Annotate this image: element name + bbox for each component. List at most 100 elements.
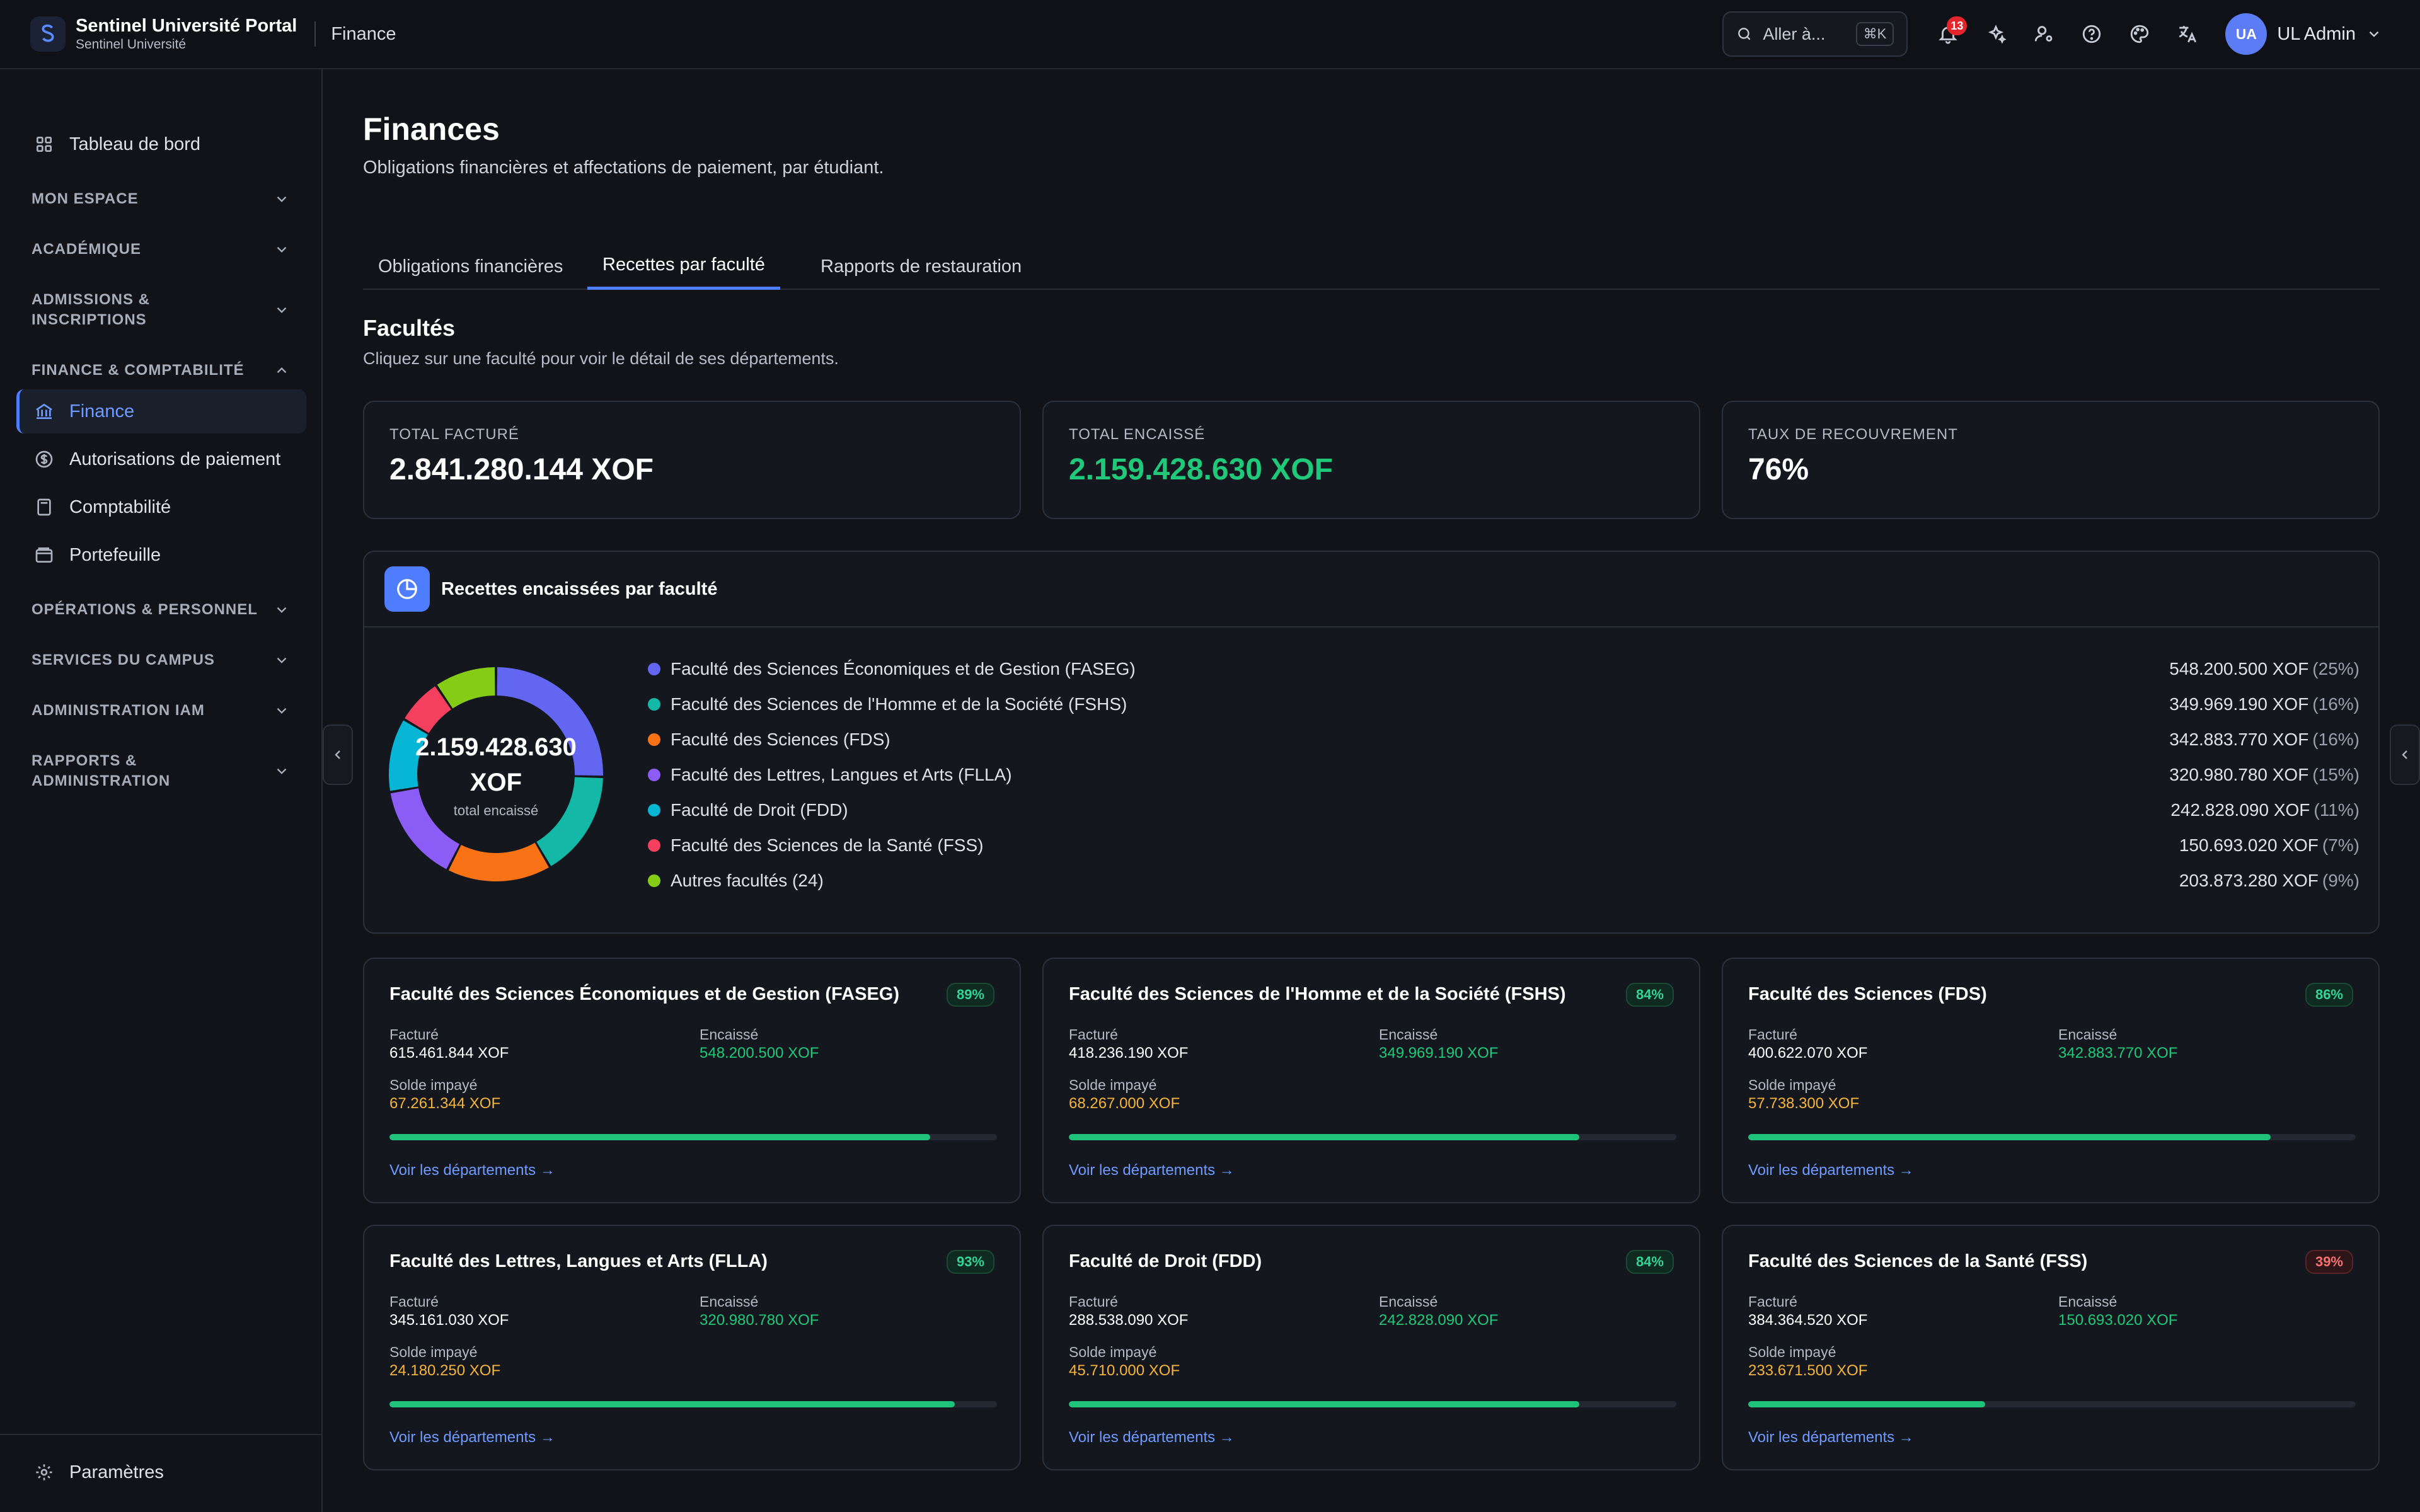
unpaid-label: Solde impayé bbox=[389, 1344, 478, 1360]
sidebar-group-label: ACADÉMIQUE bbox=[32, 241, 142, 258]
page-title: Finances bbox=[363, 112, 500, 147]
faculty-card[interactable]: Faculté des Sciences de la Santé (FSS) 39… bbox=[1722, 1225, 2380, 1470]
legend-item[interactable]: Faculté des Sciences de l'Homme et de la… bbox=[648, 687, 2360, 722]
faculty-card[interactable]: Faculté de Droit (FDD) 84% Facturé 288.538.… bbox=[1042, 1225, 1700, 1470]
notifications-button[interactable]: 13 bbox=[1924, 10, 1972, 58]
billed-value: 615.461.844 XOF bbox=[389, 1045, 509, 1062]
sidebar-group-rapports[interactable]: RAPPORTS & ADMINISTRATION bbox=[32, 751, 290, 791]
notification-badge: 13 bbox=[1947, 16, 1968, 35]
theme-button[interactable] bbox=[2116, 10, 2164, 58]
avatar[interactable]: UA bbox=[2225, 13, 2267, 55]
sidebar-item-portefeuille[interactable]: Portefeuille bbox=[16, 533, 306, 577]
view-departments-link[interactable]: Voir les départements → bbox=[1069, 1162, 1235, 1179]
legend-item[interactable]: Faculté des Lettres, Langues et Arts (FL… bbox=[648, 757, 2360, 793]
expand-right-panel-button[interactable] bbox=[2390, 724, 2420, 785]
faculty-card[interactable]: Faculté des Lettres, Langues et Arts (FL… bbox=[363, 1225, 1021, 1470]
legend-swatch bbox=[648, 769, 660, 781]
dashboard-grid-icon bbox=[36, 137, 52, 152]
sidebar-group-label: ADMINISTRATION IAM bbox=[32, 702, 205, 719]
ai-assistant-button[interactable] bbox=[1972, 10, 2020, 58]
recovery-progress-bar bbox=[389, 1401, 997, 1407]
user-settings-button[interactable] bbox=[2020, 10, 2068, 58]
view-departments-link[interactable]: Voir les départements → bbox=[389, 1429, 555, 1446]
sidebar-group-label-line1: RAPPORTS & bbox=[32, 752, 137, 769]
collected-label: Encaissé bbox=[1379, 1293, 1438, 1310]
unpaid-label: Solde impayé bbox=[389, 1077, 478, 1093]
sidebar-group-academique[interactable]: ACADÉMIQUE bbox=[32, 239, 290, 260]
legend-swatch bbox=[648, 733, 660, 746]
unpaid-value: 57.738.300 XOF bbox=[1748, 1095, 1860, 1112]
billed-label: Facturé bbox=[389, 1293, 439, 1310]
sidebar-group-label-line1: ADMISSIONS & bbox=[32, 291, 151, 308]
billed-label: Facturé bbox=[389, 1026, 439, 1043]
legend-label: Faculté des Sciences Économiques et de G… bbox=[671, 659, 1136, 679]
sidebar-item-settings[interactable]: Paramètres bbox=[16, 1450, 306, 1494]
help-icon bbox=[2083, 25, 2101, 43]
view-departments-link[interactable]: Voir les départements → bbox=[1748, 1162, 1914, 1179]
chevron-down-icon[interactable] bbox=[2366, 26, 2382, 42]
collected-label: Encaissé bbox=[2058, 1293, 2118, 1310]
sidebar-group-admissions[interactable]: ADMISSIONS & INSCRIPTIONS bbox=[32, 290, 290, 330]
sidebar-item-autorisations[interactable]: Autorisations de paiement bbox=[16, 437, 306, 481]
sidebar-group-label-line2: INSCRIPTIONS bbox=[32, 311, 147, 328]
billed-block: Facturé 288.538.090 XOF bbox=[1069, 1293, 1188, 1331]
sidebar-item-label: Tableau de bord bbox=[69, 134, 200, 154]
language-button[interactable] bbox=[2164, 10, 2211, 58]
help-button[interactable] bbox=[2068, 10, 2116, 58]
faculty-card[interactable]: Faculté des Sciences de l'Homme et de la… bbox=[1042, 958, 1700, 1203]
recovery-progress-fill bbox=[1748, 1134, 2271, 1140]
faculty-card[interactable]: Faculté des Sciences (FDS) 86% Facturé 400.… bbox=[1722, 958, 2380, 1203]
sidebar-item-comptabilite[interactable]: Comptabilité bbox=[16, 485, 306, 529]
recovery-progress-bar bbox=[1069, 1401, 1676, 1407]
unpaid-value: 24.180.250 XOF bbox=[389, 1362, 501, 1379]
recovery-progress-fill bbox=[389, 1134, 930, 1140]
legend-label: Faculté des Lettres, Langues et Arts (FL… bbox=[671, 765, 1012, 784]
recovery-progress-fill bbox=[1748, 1401, 1985, 1407]
faculty-name: Faculté de Droit (FDD) bbox=[1069, 1251, 1262, 1271]
billed-block: Facturé 345.161.030 XOF bbox=[389, 1293, 509, 1331]
tab-recettes[interactable]: Recettes par faculté bbox=[587, 243, 780, 290]
sidebar-group-operations[interactable]: OPÉRATIONS & PERSONNEL bbox=[32, 600, 290, 620]
user-name[interactable]: UL Admin bbox=[2277, 24, 2356, 45]
view-departments-link[interactable]: Voir les départements → bbox=[1069, 1429, 1235, 1446]
chevron-down-icon bbox=[277, 607, 287, 613]
collapse-sidebar-button[interactable] bbox=[323, 724, 353, 785]
legend-swatch bbox=[648, 663, 660, 675]
faculty-name: Faculté des Sciences Économiques et de G… bbox=[389, 984, 899, 1004]
sidebar-item-dashboard[interactable]: Tableau de bord bbox=[16, 122, 306, 166]
chevron-left-icon bbox=[2402, 750, 2407, 759]
sidebar-group-services[interactable]: SERVICES DU CAMPUS bbox=[32, 650, 290, 670]
view-departments-link[interactable]: Voir les départements → bbox=[1748, 1429, 1914, 1446]
recovery-progress-bar bbox=[1069, 1134, 1676, 1140]
billed-block: Facturé 400.622.070 XOF bbox=[1748, 1026, 1867, 1063]
search-button[interactable]: Aller à... ⌘K bbox=[1722, 11, 1908, 57]
billed-value: 384.364.520 XOF bbox=[1748, 1312, 1868, 1329]
legend-item[interactable]: Faculté des Sciences de la Santé (FSS) 15… bbox=[648, 828, 2360, 863]
brand[interactable]: Sentinel Université Portal Sentinel Univ… bbox=[30, 15, 297, 53]
legend-item[interactable]: Autres facultés (24) 203.873.280 XOF (9%) bbox=[648, 863, 2360, 898]
faculty-card[interactable]: Faculté des Sciences Économiques et de G… bbox=[363, 958, 1021, 1203]
legend-swatch bbox=[648, 874, 660, 887]
sidebar-group-iam[interactable]: ADMINISTRATION IAM bbox=[32, 701, 290, 721]
collected-label: Encaissé bbox=[700, 1293, 759, 1310]
legend-item[interactable]: Faculté des Sciences Économiques et de G… bbox=[648, 651, 2360, 687]
unpaid-block: Solde impayé 24.180.250 XOF bbox=[389, 1343, 500, 1381]
legend-item[interactable]: Faculté des Sciences (FDS) 342.883.770 XO… bbox=[648, 722, 2360, 757]
chevron-down-icon bbox=[277, 657, 287, 663]
wallet-icon bbox=[35, 547, 53, 563]
view-departments-link[interactable]: Voir les départements → bbox=[389, 1162, 555, 1179]
faculty-name: Faculté des Sciences de l'Homme et de la… bbox=[1069, 984, 1566, 1004]
sidebar-group-finance[interactable]: FINANCE & COMPTABILITÉ bbox=[32, 360, 290, 381]
sidebar-group-label: RAPPORTS & ADMINISTRATION bbox=[32, 751, 274, 791]
tab-obligations[interactable]: Obligations financières bbox=[363, 243, 578, 290]
sidebar-item-finance[interactable]: Finance bbox=[16, 389, 306, 433]
chart-header: Recettes encaissées par faculté bbox=[364, 552, 2378, 627]
sidebar-group-mon-espace[interactable]: MON ESPACE bbox=[32, 189, 290, 209]
recovery-rate-badge: 89% bbox=[946, 983, 994, 1007]
unpaid-block: Solde impayé 233.671.500 XOF bbox=[1748, 1343, 1867, 1381]
recovery-rate-badge: 84% bbox=[1625, 1250, 1674, 1274]
collected-label: Encaissé bbox=[700, 1026, 759, 1043]
tab-rapports-restauration[interactable]: Rapports de restauration bbox=[805, 243, 1037, 290]
search-icon bbox=[1738, 28, 1751, 40]
legend-item[interactable]: Faculté de Droit (FDD) 242.828.090 XOF (11… bbox=[648, 793, 2360, 828]
